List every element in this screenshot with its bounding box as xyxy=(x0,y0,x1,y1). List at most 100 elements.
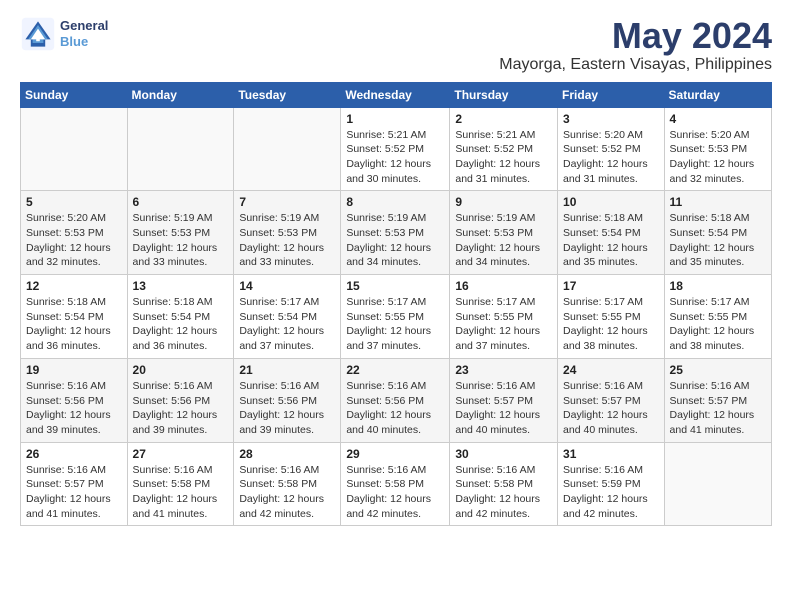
day-info: Sunrise: 5:21 AM Sunset: 5:52 PM Dayligh… xyxy=(455,128,552,187)
calendar-cell: 11 Sunrise: 5:18 AM Sunset: 5:54 PM Dayli… xyxy=(664,191,771,275)
day-number: 30 xyxy=(455,447,552,461)
weekday-header-tuesday: Tuesday xyxy=(234,82,341,107)
header-right: May 2024 Mayorga, Eastern Visayas, Phili… xyxy=(499,16,772,74)
calendar-week-row: 1 Sunrise: 5:21 AM Sunset: 5:52 PM Daylig… xyxy=(21,107,772,191)
weekday-header-monday: Monday xyxy=(127,82,234,107)
calendar-cell: 23Sunrise: 5:16 AM Sunset: 5:57 PM Dayli… xyxy=(450,358,558,442)
day-info: Sunrise: 5:16 AM Sunset: 5:57 PM Dayligh… xyxy=(26,463,122,522)
day-info: Sunrise: 5:17 AM Sunset: 5:55 PM Dayligh… xyxy=(455,295,552,354)
weekday-header-sunday: Sunday xyxy=(21,82,128,107)
calendar-cell: 20 Sunrise: 5:16 AM Sunset: 5:56 PM Dayli… xyxy=(127,358,234,442)
calendar-cell: 5Sunrise: 5:20 AM Sunset: 5:53 PM Daylig… xyxy=(21,191,128,275)
weekday-header-wednesday: Wednesday xyxy=(341,82,450,107)
day-number: 26 xyxy=(26,447,122,461)
logo-icon xyxy=(20,16,56,52)
calendar-cell: 10Sunrise: 5:18 AM Sunset: 5:54 PM Dayli… xyxy=(558,191,665,275)
day-number: 14 xyxy=(239,279,335,293)
calendar-cell: 29Sunrise: 5:16 AM Sunset: 5:58 PM Dayli… xyxy=(341,442,450,526)
day-number: 12 xyxy=(26,279,122,293)
calendar-cell xyxy=(21,107,128,191)
calendar-cell: 3 Sunrise: 5:20 AM Sunset: 5:52 PM Daylig… xyxy=(558,107,665,191)
day-info: Sunrise: 5:16 AM Sunset: 5:59 PM Dayligh… xyxy=(563,463,659,522)
calendar-week-row: 19 Sunrise: 5:16 AM Sunset: 5:56 PM Dayli… xyxy=(21,358,772,442)
day-number: 13 xyxy=(133,279,229,293)
calendar-cell: 18 Sunrise: 5:17 AM Sunset: 5:55 PM Dayli… xyxy=(664,275,771,359)
day-info: Sunrise: 5:16 AM Sunset: 5:58 PM Dayligh… xyxy=(346,463,444,522)
logo: General Blue xyxy=(20,16,108,52)
day-number: 3 xyxy=(563,112,659,126)
day-info: Sunrise: 5:19 AM Sunset: 5:53 PM Dayligh… xyxy=(455,211,552,270)
calendar-cell xyxy=(664,442,771,526)
calendar-cell: 9 Sunrise: 5:19 AM Sunset: 5:53 PM Daylig… xyxy=(450,191,558,275)
day-info: Sunrise: 5:16 AM Sunset: 5:58 PM Dayligh… xyxy=(455,463,552,522)
day-info: Sunrise: 5:20 AM Sunset: 5:53 PM Dayligh… xyxy=(26,211,122,270)
calendar-cell: 7 Sunrise: 5:19 AM Sunset: 5:53 PM Daylig… xyxy=(234,191,341,275)
calendar-cell: 26 Sunrise: 5:16 AM Sunset: 5:57 PM Dayli… xyxy=(21,442,128,526)
day-info: Sunrise: 5:18 AM Sunset: 5:54 PM Dayligh… xyxy=(26,295,122,354)
day-info: Sunrise: 5:20 AM Sunset: 5:53 PM Dayligh… xyxy=(670,128,766,187)
calendar-cell: 4Sunrise: 5:20 AM Sunset: 5:53 PM Daylig… xyxy=(664,107,771,191)
calendar-cell: 1 Sunrise: 5:21 AM Sunset: 5:52 PM Daylig… xyxy=(341,107,450,191)
day-info: Sunrise: 5:18 AM Sunset: 5:54 PM Dayligh… xyxy=(563,211,659,270)
day-number: 9 xyxy=(455,195,552,209)
day-number: 22 xyxy=(346,363,444,377)
calendar-cell: 13 Sunrise: 5:18 AM Sunset: 5:54 PM Dayli… xyxy=(127,275,234,359)
calendar-week-row: 26 Sunrise: 5:16 AM Sunset: 5:57 PM Dayli… xyxy=(21,442,772,526)
page: General Blue May 2024 Mayorga, Eastern V… xyxy=(0,0,792,542)
day-number: 16 xyxy=(455,279,552,293)
day-info: Sunrise: 5:19 AM Sunset: 5:53 PM Dayligh… xyxy=(239,211,335,270)
day-info: Sunrise: 5:17 AM Sunset: 5:55 PM Dayligh… xyxy=(346,295,444,354)
month-title: May 2024 xyxy=(499,16,772,56)
calendar-cell: 19 Sunrise: 5:16 AM Sunset: 5:56 PM Dayli… xyxy=(21,358,128,442)
calendar-cell xyxy=(234,107,341,191)
calendar-cell: 8 Sunrise: 5:19 AM Sunset: 5:53 PM Daylig… xyxy=(341,191,450,275)
day-number: 27 xyxy=(133,447,229,461)
day-number: 20 xyxy=(133,363,229,377)
day-number: 18 xyxy=(670,279,766,293)
day-info: Sunrise: 5:16 AM Sunset: 5:56 PM Dayligh… xyxy=(26,379,122,438)
calendar-table: SundayMondayTuesdayWednesdayThursdayFrid… xyxy=(20,82,772,527)
day-number: 6 xyxy=(133,195,229,209)
calendar-cell: 14 Sunrise: 5:17 AM Sunset: 5:54 PM Dayli… xyxy=(234,275,341,359)
day-number: 24 xyxy=(563,363,659,377)
calendar-cell: 12 Sunrise: 5:18 AM Sunset: 5:54 PM Dayli… xyxy=(21,275,128,359)
calendar-cell: 2 Sunrise: 5:21 AM Sunset: 5:52 PM Daylig… xyxy=(450,107,558,191)
day-number: 21 xyxy=(239,363,335,377)
day-info: Sunrise: 5:19 AM Sunset: 5:53 PM Dayligh… xyxy=(133,211,229,270)
day-number: 2 xyxy=(455,112,552,126)
calendar-cell: 25 Sunrise: 5:16 AM Sunset: 5:57 PM Dayli… xyxy=(664,358,771,442)
weekday-header-thursday: Thursday xyxy=(450,82,558,107)
calendar-cell: 28Sunrise: 5:16 AM Sunset: 5:58 PM Dayli… xyxy=(234,442,341,526)
day-info: Sunrise: 5:17 AM Sunset: 5:55 PM Dayligh… xyxy=(670,295,766,354)
day-info: Sunrise: 5:16 AM Sunset: 5:57 PM Dayligh… xyxy=(455,379,552,438)
day-info: Sunrise: 5:18 AM Sunset: 5:54 PM Dayligh… xyxy=(670,211,766,270)
day-number: 25 xyxy=(670,363,766,377)
calendar-cell: 17 Sunrise: 5:17 AM Sunset: 5:55 PM Dayli… xyxy=(558,275,665,359)
day-info: Sunrise: 5:16 AM Sunset: 5:57 PM Dayligh… xyxy=(563,379,659,438)
day-info: Sunrise: 5:17 AM Sunset: 5:55 PM Dayligh… xyxy=(563,295,659,354)
day-info: Sunrise: 5:16 AM Sunset: 5:56 PM Dayligh… xyxy=(133,379,229,438)
day-info: Sunrise: 5:18 AM Sunset: 5:54 PM Dayligh… xyxy=(133,295,229,354)
day-info: Sunrise: 5:19 AM Sunset: 5:53 PM Dayligh… xyxy=(346,211,444,270)
day-info: Sunrise: 5:16 AM Sunset: 5:56 PM Dayligh… xyxy=(346,379,444,438)
day-info: Sunrise: 5:21 AM Sunset: 5:52 PM Dayligh… xyxy=(346,128,444,187)
day-number: 1 xyxy=(346,112,444,126)
day-number: 8 xyxy=(346,195,444,209)
calendar-cell xyxy=(127,107,234,191)
calendar-cell: 16 Sunrise: 5:17 AM Sunset: 5:55 PM Dayli… xyxy=(450,275,558,359)
location-title: Mayorga, Eastern Visayas, Philippines xyxy=(499,56,772,74)
day-info: Sunrise: 5:20 AM Sunset: 5:52 PM Dayligh… xyxy=(563,128,659,187)
day-number: 11 xyxy=(670,195,766,209)
day-info: Sunrise: 5:16 AM Sunset: 5:58 PM Dayligh… xyxy=(133,463,229,522)
calendar-cell: 24 Sunrise: 5:16 AM Sunset: 5:57 PM Dayli… xyxy=(558,358,665,442)
calendar-week-row: 12 Sunrise: 5:18 AM Sunset: 5:54 PM Dayli… xyxy=(21,275,772,359)
calendar-week-row: 5Sunrise: 5:20 AM Sunset: 5:53 PM Daylig… xyxy=(21,191,772,275)
day-info: Sunrise: 5:17 AM Sunset: 5:54 PM Dayligh… xyxy=(239,295,335,354)
weekday-header-saturday: Saturday xyxy=(664,82,771,107)
day-number: 7 xyxy=(239,195,335,209)
calendar-cell: 22 Sunrise: 5:16 AM Sunset: 5:56 PM Dayli… xyxy=(341,358,450,442)
day-info: Sunrise: 5:16 AM Sunset: 5:57 PM Dayligh… xyxy=(670,379,766,438)
day-info: Sunrise: 5:16 AM Sunset: 5:56 PM Dayligh… xyxy=(239,379,335,438)
day-number: 17 xyxy=(563,279,659,293)
day-number: 19 xyxy=(26,363,122,377)
